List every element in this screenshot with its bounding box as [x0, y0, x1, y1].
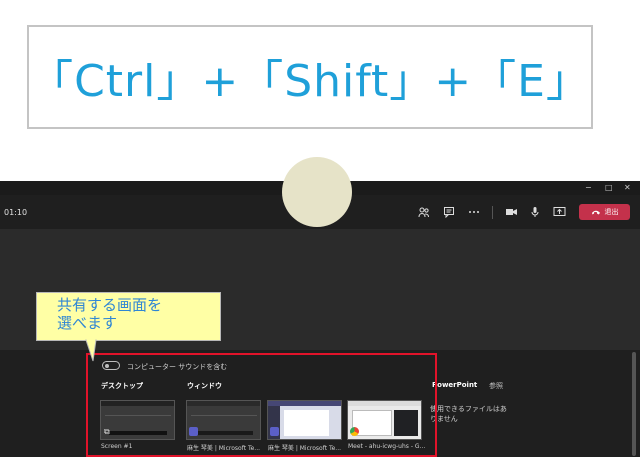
- shortcut-text: 「Ctrl」+「Shift」+「E」: [29, 56, 591, 107]
- microphone-icon[interactable]: [527, 204, 543, 220]
- camera-icon[interactable]: [503, 204, 519, 220]
- scrollbar[interactable]: [632, 352, 636, 456]
- browse-heading[interactable]: 参照: [489, 381, 503, 391]
- leave-button[interactable]: 退出: [579, 204, 630, 220]
- callout-bubble: 共有する画面を 選べます: [36, 292, 221, 341]
- callout-tail: [85, 339, 97, 362]
- call-timer: 01:10: [4, 208, 28, 217]
- powerpoint-empty-message: 使用できるファイルはありません: [430, 405, 507, 423]
- participants-icon[interactable]: [416, 204, 432, 220]
- leave-label: 退出: [604, 208, 619, 216]
- minimize-button[interactable]: −: [585, 183, 592, 192]
- more-options-icon[interactable]: [466, 204, 482, 220]
- avatar: [282, 157, 352, 227]
- chat-icon[interactable]: [441, 204, 457, 220]
- maximize-button[interactable]: □: [605, 183, 613, 192]
- powerpoint-heading[interactable]: PowerPoint: [432, 381, 477, 389]
- toolbar-divider: [492, 206, 493, 219]
- callout-line-1: 共有する画面を: [57, 296, 163, 314]
- highlight-frame: [86, 353, 437, 457]
- callout-line-2: 選べます: [57, 314, 118, 332]
- share-screen-icon[interactable]: [551, 204, 567, 220]
- shortcut-banner: 「Ctrl」+「Shift」+「E」: [27, 25, 593, 129]
- hang-up-icon: [591, 210, 600, 215]
- close-button[interactable]: ✕: [624, 183, 631, 192]
